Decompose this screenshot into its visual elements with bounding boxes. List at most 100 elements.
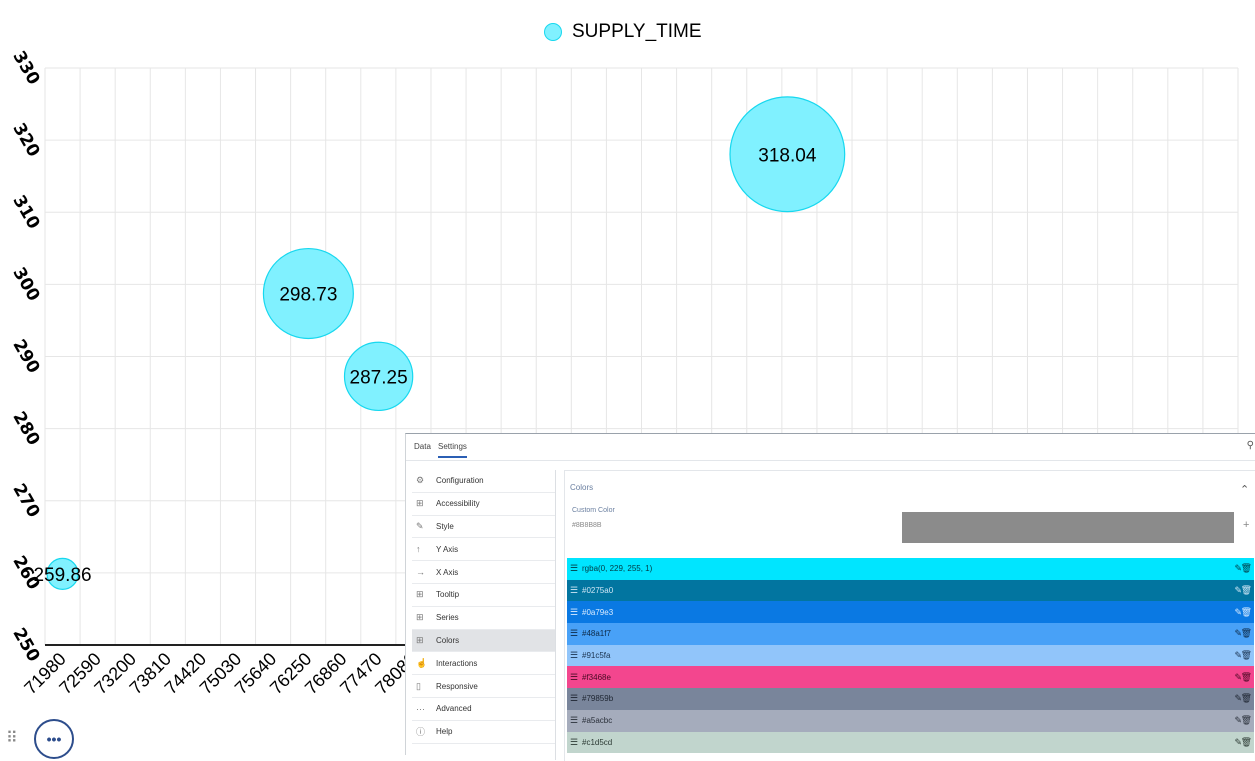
y-tick-label: 320 [8,120,43,161]
trash-icon[interactable]: 🗑 [1241,585,1252,596]
sidebar-item-label: Accessibility [436,499,480,509]
y-tick-label: 250 [8,625,43,666]
sidebar-item-style[interactable]: ✎ Style [412,516,555,539]
color-item[interactable]: ☰ #91c5fa ✎ 🗑 [567,644,1254,667]
data-label: 259.86 [33,565,91,586]
section-title: Colors [570,483,594,492]
brush-icon: ✎ [416,520,424,531]
trash-icon[interactable]: 🗑 [1241,628,1252,639]
trash-icon[interactable]: 🗑 [1241,563,1252,574]
sidebar-item-label: Help [436,727,453,737]
colors-settings: Colors ⌃ Custom Color #8B8B8B + ☰ rgba(0,… [564,470,1255,761]
search-icon[interactable]: ⚲ [1247,440,1254,451]
settings-sidebar: ⚙ Configuration ⊞ Accessibility ✎ Style ↑ Y Axi… [412,470,556,760]
sidebar-item-label: Series [436,613,459,623]
add-color-icon[interactable]: + [1243,519,1249,531]
more-options-button[interactable]: ••• [34,719,74,759]
sidebar-item-y-axis[interactable]: ↑ Y Axis [412,538,555,562]
color-item[interactable]: ☰ rgba(0, 229, 255, 1) ✎ 🗑 [567,558,1254,580]
color-label: rgba(0, 229, 255, 1) [582,564,653,574]
custom-color-label: Custom Color [572,507,615,514]
color-label: #91c5fa [582,651,611,661]
trash-icon[interactable]: 🗑 [1241,672,1252,683]
drag-handle-icon[interactable]: ☰ [570,650,580,661]
drag-handle-icon[interactable]: ☰ [570,607,580,618]
sidebar-item-series[interactable]: ⊞ Series [412,607,555,630]
sidebar-item-responsive[interactable]: ▯ Responsive [412,675,555,698]
grid-icon: ⊞ [416,589,424,600]
data-label: 298.73 [279,285,337,306]
drag-handle-icon[interactable]: ☰ [570,693,580,704]
tab-data[interactable]: Data [414,442,431,451]
sidebar-item-label: Colors [436,635,460,645]
drag-handle-icon[interactable]: ☰ [570,585,580,596]
chart-legend[interactable]: SUPPLY_TIME [544,20,702,44]
drag-handle-icon[interactable]: ☰ [570,563,580,574]
sidebar-item-interactions[interactable]: ☝ Interactions [412,652,555,676]
drag-handle-icon[interactable]: ☰ [570,737,580,748]
color-label: #48a1f7 [582,629,611,639]
sidebar-item-label: Tooltip [436,590,460,600]
color-item[interactable]: ☰ #c1d5cd ✎ 🗑 [567,731,1254,754]
sidebar-item-label: Configuration [436,476,484,486]
y-tick-label: 310 [8,192,43,233]
color-item[interactable]: ☰ #0275a0 ✎ 🗑 [567,579,1254,602]
trash-icon[interactable]: 🗑 [1241,693,1252,704]
color-item[interactable]: ☰ #0a79e3 ✎ 🗑 [567,601,1254,624]
color-label: #f3468e [582,672,611,682]
ellipsis-icon: ··· [416,703,425,714]
sidebar-item-help[interactable]: ⓘ Help [412,721,555,744]
tab-settings[interactable]: Settings [438,442,467,458]
arrow-up-icon: ↑ [416,544,421,555]
hand-icon: ☝ [416,657,428,668]
grip-icon[interactable]: ⠿ [6,728,18,748]
sidebar-item-tooltip[interactable]: ⊞ Tooltip [412,584,555,607]
trash-icon[interactable]: 🗑 [1241,607,1252,618]
sidebar-item-label: X Axis [436,567,459,577]
data-label: 287.25 [350,367,408,388]
color-item[interactable]: ☰ #48a1f7 ✎ 🗑 [567,623,1254,645]
color-item[interactable]: ☰ #f3468e ✎ 🗑 [567,666,1254,689]
data-label: 318.04 [758,145,817,166]
y-tick-label: 270 [8,480,43,521]
sidebar-item-x-axis[interactable]: → X Axis [412,561,555,584]
grid-icon: ⊞ [416,498,424,509]
drag-handle-icon[interactable]: ☰ [570,715,580,726]
color-label: #c1d5cd [582,737,613,747]
sidebar-item-label: Style [436,521,454,531]
drag-handle-icon[interactable]: ☰ [570,628,580,639]
sidebar-item-label: Y Axis [436,544,459,554]
drag-handle-icon[interactable]: ☰ [570,672,580,683]
legend-swatch [544,23,562,41]
y-tick-label: 290 [8,336,43,377]
trash-icon[interactable]: 🗑 [1241,737,1252,748]
y-tick-label: 300 [8,264,43,305]
sidebar-item-label: Responsive [436,681,478,691]
sidebar-item-label: Interactions [436,658,478,668]
grid-icon: ⊞ [416,612,424,623]
arrow-right-icon: → [416,567,425,578]
y-tick-label: 280 [8,408,43,449]
gears-icon: ⚙ [416,475,425,486]
y-tick-label: 330 [8,48,43,89]
chevron-up-icon[interactable]: ⌃ [1240,483,1249,496]
sidebar-item-configuration[interactable]: ⚙ Configuration [412,470,555,493]
legend-label: SUPPLY_TIME [572,21,702,42]
trash-icon[interactable]: 🗑 [1241,650,1252,661]
trash-icon[interactable]: 🗑 [1241,715,1252,726]
info-icon: ⓘ [416,727,426,738]
color-list: ☰ rgba(0, 229, 255, 1) ✎ 🗑 ☰ #0275a0 ✎ 🗑 ☰ #0a79e… [567,558,1254,754]
sidebar-item-advanced[interactable]: ··· Advanced [412,698,555,721]
color-label: #0a79e3 [582,607,614,617]
sidebar-item-colors[interactable]: ⊞ Colors [412,629,555,653]
custom-color-swatch[interactable] [902,512,1234,543]
device-icon: ▯ [416,680,421,691]
settings-panel: Data Settings ⚲ ⚙ Configuration ⊞ Accessibi… [405,433,1255,761]
color-item[interactable]: ☰ #a5acbc ✎ 🗑 [567,709,1254,732]
color-item[interactable]: ☰ #79859b ✎ 🗑 [567,688,1254,710]
sidebar-item-label: Advanced [436,704,472,714]
sidebar-item-accessibility[interactable]: ⊞ Accessibility [412,493,555,516]
color-label: #0275a0 [582,586,614,596]
panel-tabs: Data Settings ⚲ [406,434,1255,461]
color-label: #79859b [582,694,614,704]
